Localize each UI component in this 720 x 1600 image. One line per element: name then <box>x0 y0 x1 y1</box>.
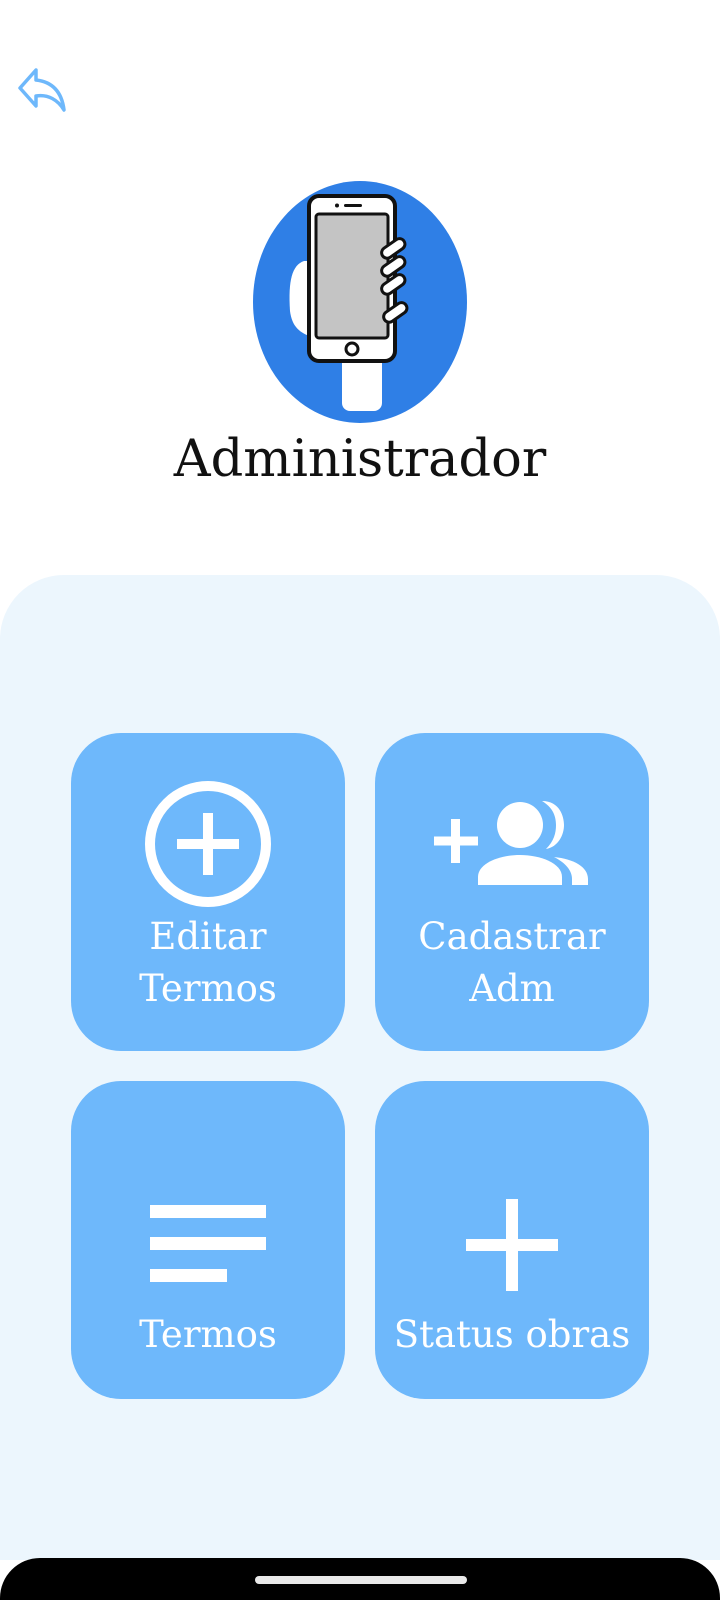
back-button[interactable] <box>14 64 70 116</box>
terms-label: Termos <box>139 1313 277 1356</box>
reply-arrow-icon <box>18 68 66 112</box>
admin-avatar <box>252 181 468 424</box>
edit-terms-label: Editar Termos <box>139 915 277 1010</box>
page-title: Administrador <box>173 430 547 489</box>
register-admin-button[interactable]: Cadastrar Adm <box>375 733 649 1051</box>
hand-holding-phone-icon <box>253 181 467 423</box>
home-indicator[interactable] <box>255 1576 467 1584</box>
edit-terms-button[interactable]: Editar Termos <box>71 733 345 1051</box>
short-text-lines-icon <box>150 1205 266 1282</box>
terms-button[interactable]: Termos <box>71 1081 345 1399</box>
system-nav-bar <box>0 1558 720 1600</box>
register-admin-label: Cadastrar Adm <box>418 915 606 1010</box>
admin-screen: Administrador Editar Termos Cadastrar Ad… <box>0 0 720 1600</box>
status-works-label: Status obras <box>393 1313 631 1356</box>
status-works-button[interactable]: Status obras <box>375 1081 649 1399</box>
group-add-icon <box>434 801 588 885</box>
add-circle-outline-icon <box>145 781 271 907</box>
menu-panel <box>0 575 720 1560</box>
plus-icon <box>466 1199 558 1291</box>
